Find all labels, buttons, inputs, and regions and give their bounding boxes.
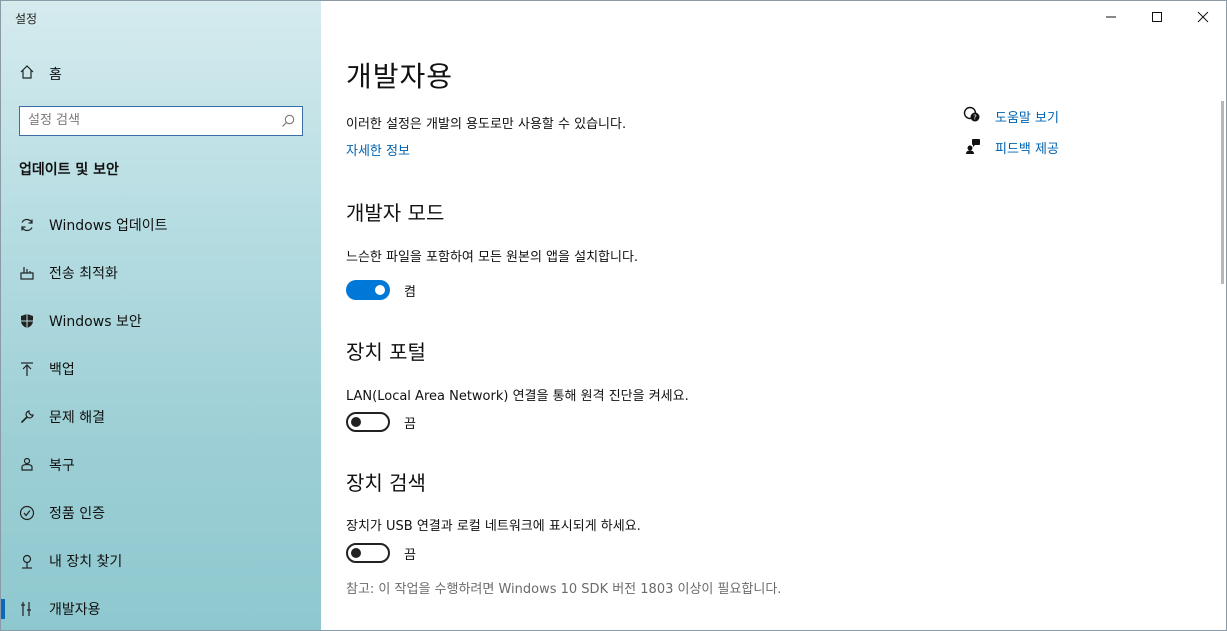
- device-portal-state: 끔: [404, 416, 416, 432]
- help-link[interactable]: ? 도움말 보기: [963, 101, 1059, 132]
- search-input[interactable]: [20, 107, 278, 133]
- page-title: 개발자용: [346, 60, 454, 93]
- sidebar-item-label: 내 장치 찾기: [49, 554, 123, 570]
- minimize-icon: [1105, 8, 1117, 27]
- sidebar-item-recovery[interactable]: 복구: [1, 441, 321, 489]
- app-title: 설정: [15, 12, 38, 26]
- sidebar-item-developers[interactable]: 개발자용: [1, 585, 321, 630]
- help-link-label: 도움말 보기: [995, 111, 1059, 126]
- help-chat-icon: ?: [963, 106, 981, 128]
- close-icon: [1197, 8, 1209, 27]
- settings-window: 설정 홈 업데이트 및 보안 Windows 업데이트: [0, 0, 1227, 631]
- feedback-link[interactable]: 피드백 제공: [963, 132, 1059, 163]
- main-content: 개발자용 이러한 설정은 개발의 용도로만 사용할 수 있습니다. 자세한 정보…: [346, 1, 986, 630]
- device-discovery-state: 끔: [404, 547, 416, 563]
- sidebar-item-find-my-device[interactable]: 내 장치 찾기: [1, 537, 321, 585]
- sidebar-item-windows-security[interactable]: Windows 보안: [1, 297, 321, 345]
- sidebar-item-label: Windows 업데이트: [49, 218, 168, 234]
- wrench-icon: [19, 409, 35, 425]
- home-icon: [19, 64, 35, 84]
- sidebar-item-activation[interactable]: 정품 인증: [1, 489, 321, 537]
- sidebar-item-label: 정품 인증: [49, 506, 105, 522]
- delivery-optimization-icon: [19, 265, 35, 281]
- maximize-button[interactable]: [1134, 1, 1180, 33]
- sidebar: 설정 홈 업데이트 및 보안 Windows 업데이트: [1, 1, 321, 630]
- device-portal-title: 장치 포털: [346, 340, 426, 364]
- sidebar-item-label: 전송 최적화: [49, 266, 118, 282]
- sidebar-item-label: 복구: [49, 458, 75, 474]
- device-portal-description: LAN(Local Area Network) 연결을 통해 원격 진단을 켜세…: [346, 389, 689, 404]
- dev-mode-toggle[interactable]: [346, 280, 390, 300]
- sidebar-item-windows-update[interactable]: Windows 업데이트: [1, 201, 321, 249]
- device-discovery-title: 장치 검색: [346, 471, 426, 495]
- dev-mode-title: 개발자 모드: [346, 201, 445, 225]
- sidebar-item-backup[interactable]: 백업: [1, 345, 321, 393]
- check-circle-icon: [19, 505, 35, 521]
- learn-more-link[interactable]: 자세한 정보: [346, 140, 410, 159]
- sidebar-item-troubleshoot[interactable]: 문제 해결: [1, 393, 321, 441]
- sidebar-item-delivery-optimization[interactable]: 전송 최적화: [1, 249, 321, 297]
- shield-icon: [19, 313, 35, 329]
- title-bar-controls: [1088, 1, 1226, 33]
- dev-mode-description: 느슨한 파일을 포함하여 모든 원본의 앱을 설치합니다.: [346, 250, 639, 265]
- device-portal-toggle-row: 끔: [346, 412, 416, 432]
- svg-text:?: ?: [973, 113, 977, 121]
- search-icon[interactable]: [280, 113, 296, 133]
- dev-mode-state: 켬: [404, 284, 416, 300]
- page-description: 이러한 설정은 개발의 용도로만 사용할 수 있습니다.: [346, 117, 627, 132]
- section-header: 업데이트 및 보안: [19, 162, 119, 178]
- related-links: ? 도움말 보기 피드백 제공: [963, 101, 1059, 163]
- sidebar-item-label: 문제 해결: [49, 410, 105, 426]
- device-discovery-toggle[interactable]: [346, 543, 390, 563]
- feedback-link-label: 피드백 제공: [995, 142, 1059, 157]
- device-portal-toggle[interactable]: [346, 412, 390, 432]
- close-button[interactable]: [1180, 1, 1226, 33]
- feedback-icon: [963, 137, 981, 159]
- sidebar-item-label: 백업: [49, 362, 75, 378]
- maximize-icon: [1151, 8, 1163, 27]
- refresh-icon: [19, 217, 35, 233]
- backup-arrow-icon: [19, 361, 35, 377]
- sidebar-nav: Windows 업데이트 전송 최적화 Windows 보안 백업 문제 해결 …: [1, 201, 321, 630]
- sidebar-item-label: Windows 보안: [49, 314, 142, 330]
- search-box[interactable]: [19, 106, 303, 136]
- developer-icon: [19, 601, 35, 617]
- sdk-note: 참고: 이 작업을 수행하려면 Windows 10 SDK 버전 1803 이…: [346, 582, 782, 597]
- find-device-icon: [19, 553, 35, 569]
- recovery-icon: [19, 457, 35, 473]
- dev-mode-toggle-row: 켬: [346, 280, 416, 300]
- device-discovery-toggle-row: 끔: [346, 543, 416, 563]
- sidebar-item-label: 개발자용: [49, 602, 101, 618]
- home-link[interactable]: 홈: [19, 64, 62, 84]
- device-discovery-description: 장치가 USB 연결과 로컬 네트워크에 표시되게 하세요.: [346, 519, 641, 534]
- minimize-button[interactable]: [1088, 1, 1134, 33]
- scrollbar[interactable]: [1221, 101, 1224, 284]
- home-label: 홈: [49, 67, 62, 83]
